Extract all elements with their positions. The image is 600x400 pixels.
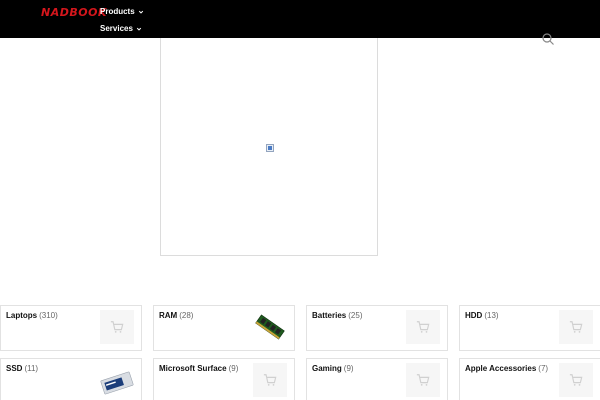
broken-image-icon xyxy=(266,144,274,152)
category-label: Laptops (310) xyxy=(6,311,58,320)
category-thumbnail xyxy=(253,310,287,344)
category-label: Microsoft Surface (9) xyxy=(159,364,239,373)
cart-icon xyxy=(110,321,124,333)
cart-icon xyxy=(569,374,583,386)
nav-products[interactable]: Products xyxy=(100,7,144,16)
nav-services-label: Services xyxy=(100,24,133,33)
category-thumbnail xyxy=(100,363,134,397)
chevron-down-icon xyxy=(138,10,143,14)
category-thumbnail xyxy=(559,363,593,397)
category-label: Batteries (25) xyxy=(312,311,363,320)
category-card-gaming[interactable]: Gaming (9) xyxy=(306,358,448,400)
category-label: SSD (11) xyxy=(6,364,39,373)
category-card-ram[interactable]: RAM (28) xyxy=(153,305,295,351)
category-thumbnail xyxy=(406,363,440,397)
category-card-microsoft-surface[interactable]: Microsoft Surface (9) xyxy=(153,358,295,400)
category-thumbnail xyxy=(559,310,593,344)
chevron-down-icon xyxy=(136,27,142,31)
category-card-laptops[interactable]: Laptops (310) xyxy=(0,305,142,351)
cart-icon xyxy=(416,321,430,333)
category-card-apple-accessories[interactable]: Apple Accessories (7) xyxy=(459,358,600,400)
nav-products-label: Products xyxy=(100,7,135,16)
category-card-ssd[interactable]: SSD (11) xyxy=(0,358,142,400)
category-card-batteries[interactable]: Batteries (25) xyxy=(306,305,448,351)
cart-icon xyxy=(569,321,583,333)
ram-module-image xyxy=(255,314,285,340)
search-icon[interactable] xyxy=(541,33,555,47)
site-header: NADBOOK Products Services xyxy=(0,0,600,38)
category-label: HDD (13) xyxy=(465,311,499,320)
nav-services[interactable]: Services xyxy=(100,24,142,33)
category-label: Apple Accessories (7) xyxy=(465,364,549,373)
cart-icon xyxy=(416,374,430,386)
category-card-hdd[interactable]: HDD (13) xyxy=(459,305,600,351)
cart-icon xyxy=(263,374,277,386)
site-logo[interactable]: NADBOOK xyxy=(41,6,107,19)
category-thumbnail xyxy=(406,310,440,344)
category-label: RAM (28) xyxy=(159,311,194,320)
category-label: Gaming (9) xyxy=(312,364,354,373)
category-thumbnail xyxy=(100,310,134,344)
category-thumbnail xyxy=(253,363,287,397)
ssd-drive-image xyxy=(100,371,134,395)
